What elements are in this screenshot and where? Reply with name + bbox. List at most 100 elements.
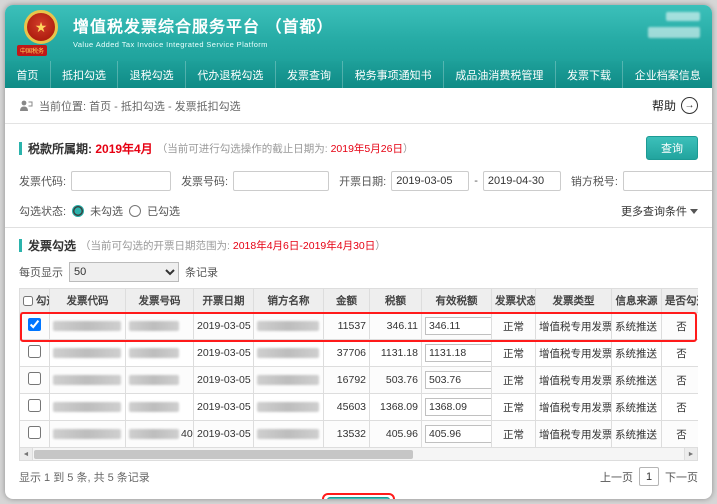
cell-invoice-number (125, 312, 194, 340)
page-number-button[interactable]: 1 (639, 467, 659, 486)
nav-item-deduction-check[interactable]: 抵扣勾选 (50, 61, 119, 88)
logo-caption: 中国税务 (17, 45, 48, 56)
masked-invoice-number (129, 402, 179, 413)
horizontal-scrollbar[interactable]: ◄ ► (19, 448, 698, 461)
scrollbar-thumb[interactable] (34, 449, 414, 459)
nav-item-refund-check[interactable]: 退税勾选 (118, 61, 187, 88)
valid-tax-input[interactable] (425, 425, 491, 443)
scroll-right-icon[interactable]: ► (684, 448, 697, 460)
submit-annotation: 提交 (322, 493, 395, 499)
invoice-number-input[interactable] (233, 171, 330, 191)
cell-invoice-code (49, 339, 126, 367)
help-button[interactable]: 帮助 → (652, 97, 698, 114)
submit-button[interactable]: 提交 (327, 497, 390, 499)
breadcrumb-bar: 当前位置: 首页 - 抵扣勾选 - 发票抵扣勾选 帮助 → (5, 88, 712, 124)
header: ★ 中国税务 增值税发票综合服务平台 （首都） Value Added Tax … (5, 5, 712, 61)
main-nav: 首页 抵扣勾选 退税勾选 代办退税勾选 发票查询 税务事项通知书 成品油消费税管… (5, 61, 712, 88)
masked-seller-name (257, 321, 319, 332)
radio-checked[interactable] (129, 205, 142, 217)
header-valid-tax: 有效税额 (421, 288, 492, 313)
cell-tax: 503.76 (369, 366, 422, 394)
cell-invoice-number: 40 (125, 420, 194, 448)
header-invoice-code: 发票代码 (49, 288, 126, 313)
date-from-input[interactable] (391, 171, 470, 191)
table-row: 2019-03-05 37706 1131.18 正常 增值税专用发票 系统推送… (19, 339, 698, 367)
location-person-icon (19, 99, 33, 113)
masked-invoice-code (53, 402, 121, 413)
header-invoice-number: 发票号码 (125, 288, 194, 313)
invoice-code-input[interactable] (71, 171, 172, 191)
cell-is-checked: 否 (661, 420, 698, 448)
page-size-select[interactable]: 50 (69, 262, 179, 282)
prev-page-button[interactable]: 上一页 (600, 469, 633, 485)
nav-item-invoice-download[interactable]: 发票下载 (555, 61, 624, 88)
cell-amount: 11537 (323, 312, 370, 340)
valid-tax-input[interactable] (425, 344, 491, 362)
nav-item-agent-refund-check[interactable]: 代办退税勾选 (186, 61, 276, 88)
cell-invoice-code (49, 366, 126, 394)
invoice-table: 勾选 发票代码 发票号码 开票日期 销方名称 金额 税额 有效税额 发票状态 发… (19, 288, 698, 448)
query-button[interactable]: 查询 (646, 136, 698, 160)
masked-user-action[interactable] (666, 12, 700, 21)
invoice-code-label: 发票代码: (19, 176, 67, 188)
cell-invoice-code (49, 393, 126, 421)
emblem-star-icon: ★ (34, 19, 48, 35)
cell-valid-tax (421, 420, 492, 448)
cell-type: 增值税专用发票 (535, 393, 612, 421)
nav-item-home[interactable]: 首页 (5, 61, 51, 88)
cell-tax: 1131.18 (369, 339, 422, 367)
radio-unchecked[interactable] (72, 205, 85, 217)
hint-suffix: ） (402, 142, 414, 155)
more-conditions-link[interactable]: 更多查询条件 (621, 203, 698, 219)
cell-seller-name (253, 393, 324, 421)
table-row: 2019-03-05 45603 1368.09 正常 增值税专用发票 系统推送… (19, 393, 698, 421)
seller-tax-input[interactable] (622, 171, 712, 191)
date-to-input[interactable] (482, 171, 561, 191)
row-checkbox[interactable] (28, 426, 41, 439)
scroll-left-icon[interactable]: ◄ (20, 448, 33, 460)
cell-status: 正常 (491, 366, 536, 394)
cell-tax: 1368.09 (369, 393, 422, 421)
user-area (648, 12, 700, 38)
invoice-table-wrapper: 勾选 发票代码 发票号码 开票日期 销方名称 金额 税额 有效税额 发票状态 发… (19, 288, 698, 448)
invoice-date-label: 开票日期: (339, 176, 387, 188)
header-amount: 金额 (323, 288, 370, 313)
nav-item-invoice-query[interactable]: 发票查询 (275, 61, 344, 88)
table-row: 2019-03-05 11537 346.11 正常 增值税专用发票 系统推送 … (19, 312, 698, 340)
cell-invoice-number (125, 339, 194, 367)
table-row: 40 2019-03-05 13532 405.96 正常 增值税专用发票 系统… (19, 420, 698, 448)
row-checkbox[interactable] (28, 318, 41, 331)
tax-period-row: 税款所属期: 2019年4月 （当前可进行勾选操作的截止日期为: 2019年5月… (19, 136, 698, 160)
cell-type: 增值税专用发票 (535, 312, 612, 340)
row-checkbox[interactable] (28, 399, 41, 412)
national-emblem-icon: ★ (24, 10, 58, 44)
select-all-checkbox[interactable] (23, 296, 33, 307)
cell-valid-tax (421, 393, 492, 421)
cell-check (19, 393, 50, 421)
masked-invoice-number (129, 348, 179, 359)
row-checkbox[interactable] (28, 372, 41, 385)
pagination: 上一页 1 下一页 (600, 467, 698, 486)
masked-invoice-number (129, 429, 179, 440)
app-subtitle: Value Added Tax Invoice Integrated Servi… (73, 39, 268, 49)
page-size-suffix: 条记录 (185, 267, 218, 279)
help-arrow-icon: → (681, 97, 698, 114)
row-checkbox[interactable] (28, 345, 41, 358)
cell-check (19, 366, 50, 394)
valid-tax-input[interactable] (425, 398, 491, 416)
cell-tax: 346.11 (369, 312, 422, 340)
nav-item-company-profile[interactable]: 企业档案信息 (623, 61, 712, 88)
valid-tax-input[interactable] (425, 317, 491, 335)
nav-item-refined-oil[interactable]: 成品油消费税管理 (444, 61, 556, 88)
next-page-button[interactable]: 下一页 (665, 469, 698, 485)
cell-invoice-number (125, 366, 194, 394)
cell-seller-name (253, 366, 324, 394)
chevron-down-icon (690, 208, 698, 214)
cell-is-checked: 否 (661, 393, 698, 421)
nav-item-tax-notice[interactable]: 税务事项通知书 (343, 61, 445, 88)
cell-invoice-code (49, 420, 126, 448)
valid-tax-input[interactable] (425, 371, 491, 389)
hint-prefix: （当前可进行勾选操作的截止日期为: (156, 142, 331, 155)
cell-is-checked: 否 (661, 366, 698, 394)
gov-emblem-logo: ★ 中国税务 (17, 10, 63, 56)
